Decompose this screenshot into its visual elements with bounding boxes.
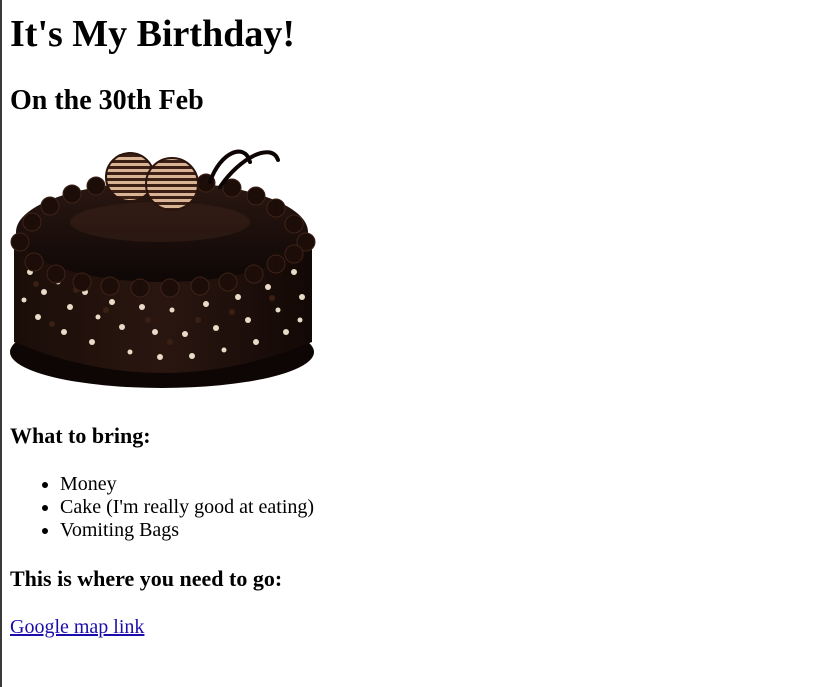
list-item: Vomiting Bags: [60, 519, 314, 542]
list-item: Cake (I'm really good at eating): [60, 496, 314, 519]
cake-image: [10, 149, 316, 388]
bring-list: Money Cake (I'm really good at eating) V…: [10, 473, 314, 542]
bring-heading: What to bring:: [10, 423, 151, 448]
list-item: Money: [60, 473, 314, 496]
location-heading: This is where you need to go:: [10, 566, 283, 591]
window-left-border: [0, 0, 2, 687]
page-title: It's My Birthday!: [10, 13, 295, 55]
google-map-link[interactable]: Google map link: [10, 615, 144, 639]
page-subtitle: On the 30th Feb: [10, 85, 204, 116]
